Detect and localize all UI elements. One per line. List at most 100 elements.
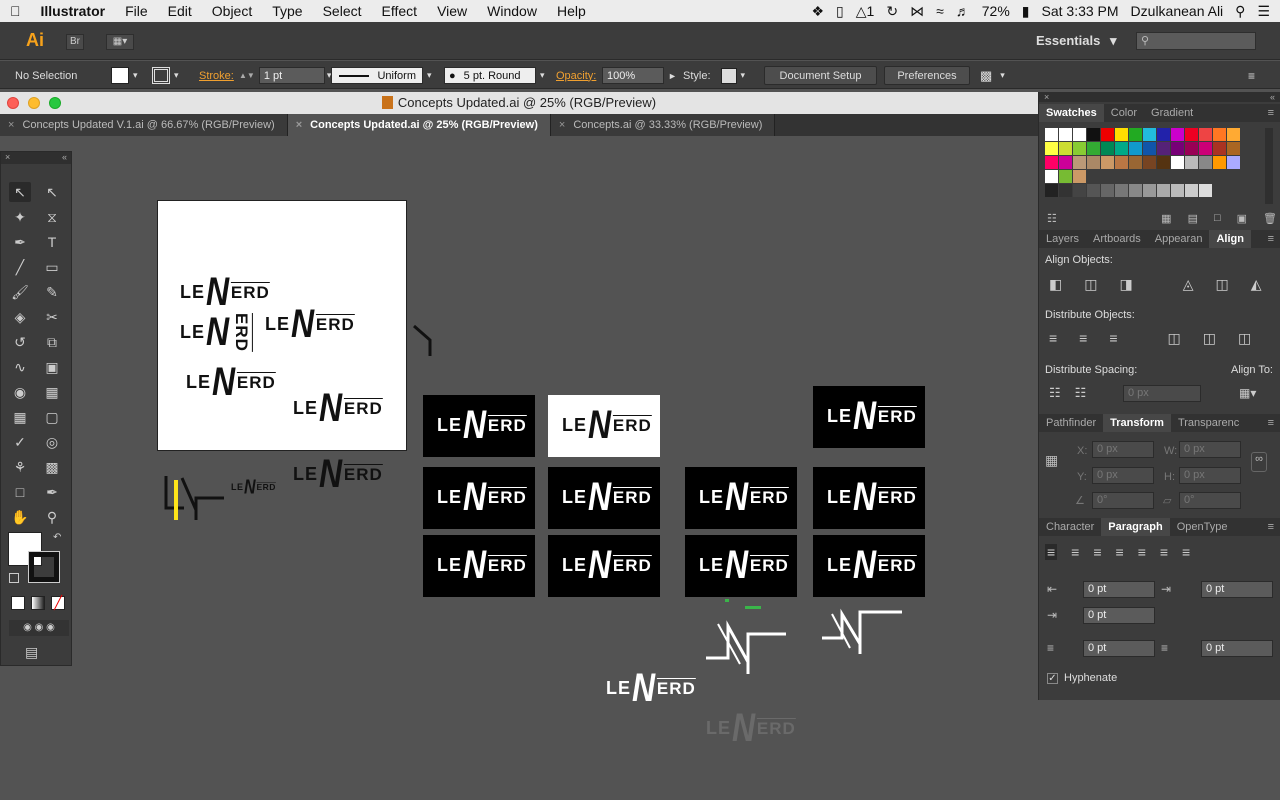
swatch[interactable] [1101,156,1114,169]
graphic-style-swatch[interactable] [720,67,737,84]
width-field[interactable]: 0 px [1179,441,1241,458]
draw-mode-icons[interactable]: ◉ ◉ ◉ [9,620,69,636]
direct-selection-tool-icon[interactable]: ↖ [41,182,63,202]
menu-window[interactable]: Window [477,3,547,19]
swatch[interactable] [1129,184,1142,197]
menu-select[interactable]: Select [313,3,372,19]
logo-small[interactable]: LE N ERD [231,476,276,499]
new-color-group-icon[interactable]: □ [1214,212,1221,225]
shear-field[interactable]: 0° [1179,492,1241,509]
swatch[interactable] [1143,184,1156,197]
align-right-icon[interactable]: ◨ [1119,276,1132,293]
n-mark-white-shape[interactable] [820,604,906,660]
tab-paragraph[interactable]: Paragraph [1101,518,1170,536]
rectangle-tool-icon[interactable]: ▭ [41,257,63,277]
tab-gradient[interactable]: Gradient [1144,104,1200,122]
swatch[interactable] [1199,156,1212,169]
document-tab[interactable]: × Concepts.ai @ 33.33% (RGB/Preview) [550,114,776,136]
stroke-stepper[interactable]: ▲▼ [239,71,255,80]
free-transform-tool-icon[interactable]: ▣ [41,357,63,377]
gradient-mode-icon[interactable] [31,596,45,610]
reference-point-icon[interactable]: ▦ [1045,452,1065,472]
logo-concept[interactable]: LE N ERD [186,360,276,405]
menu-edit[interactable]: Edit [158,3,202,19]
logo-card-dark[interactable]: LE N ERD [813,467,925,529]
document-tab-active[interactable]: × Concepts Updated.ai @ 25% (RGB/Preview) [287,114,551,136]
notification-center-icon[interactable]: ☰ [1257,3,1270,20]
swatch[interactable] [1059,184,1072,197]
document-setup-button[interactable]: Document Setup [764,66,877,85]
swatch[interactable] [1185,142,1198,155]
shaper-tool-icon[interactable]: ◈ [9,307,31,327]
justify-last-center-icon[interactable]: ≡ [1138,544,1146,560]
rotate-field[interactable]: 0° [1092,492,1154,509]
swatch[interactable] [1129,142,1142,155]
height-field[interactable]: 0 px [1179,467,1241,484]
space-after-field[interactable]: 0 pt [1201,640,1273,657]
magic-wand-tool-icon[interactable]: ✦ [9,207,31,227]
menu-effect[interactable]: Effect [372,3,428,19]
logo-concept[interactable]: LE N ERD [180,310,251,355]
chevron-down-icon[interactable]: ▾ [133,70,138,81]
justify-last-left-icon[interactable]: ≡ [1116,544,1124,560]
n-mark-white-shape[interactable] [704,612,790,678]
stroke-swatch[interactable] [152,67,170,84]
y-field[interactable]: 0 px [1092,467,1154,484]
logo-concept[interactable]: LE N ERD [180,270,270,315]
logo-card-light[interactable]: LE N ERD [548,395,660,457]
chevron-down-icon[interactable]: ► [668,71,677,81]
swatch[interactable] [1227,128,1240,141]
close-icon[interactable]: × [1044,92,1049,102]
default-fill-stroke-icon[interactable] [9,573,19,583]
wifi-icon[interactable]: ≈ [936,3,944,19]
swatch[interactable] [1213,142,1226,155]
close-tab-icon[interactable]: × [559,119,565,131]
swatch[interactable] [1129,128,1142,141]
swap-fill-stroke-icon[interactable]: ↶ [53,532,61,543]
swatch[interactable] [1157,128,1170,141]
swatch[interactable] [1143,156,1156,169]
delete-swatch-icon[interactable]: 🗑 [1263,212,1277,225]
perspective-grid-tool-icon[interactable]: ▦ [41,382,63,402]
apple-menu-icon[interactable]:  [0,3,31,19]
swatch[interactable] [1157,184,1170,197]
swatch[interactable] [1101,128,1114,141]
panel-menu-icon[interactable]: ≡ [1261,104,1280,122]
swatch[interactable] [1087,142,1100,155]
swatch[interactable] [1171,156,1184,169]
adobe-cc-icon[interactable]: △1 [856,3,875,20]
justify-all-icon[interactable]: ≡ [1182,544,1190,560]
logo-faint[interactable]: LE N ERD [706,706,796,751]
chevron-down-icon[interactable]: ▾ [540,70,545,81]
workspace-switcher[interactable]: Essentials [1036,33,1100,48]
chevron-down-icon[interactable]: ▾ [741,70,746,81]
swatch[interactable] [1087,128,1100,141]
tab-transparency[interactable]: Transparenc [1171,414,1246,432]
swatch[interactable] [1115,156,1128,169]
align-right-text-icon[interactable]: ≡ [1093,544,1101,560]
swatch[interactable] [1157,156,1170,169]
help-search-input[interactable]: ⚲ [1136,32,1256,50]
logo-card-dark[interactable]: LE N ERD [423,395,535,457]
panel-menu-icon[interactable]: ≡ [1261,518,1280,536]
tab-appearance[interactable]: Appearan [1148,230,1210,248]
clock[interactable]: Sat 3:33 PM [1042,3,1119,19]
eyedropper-tool-icon[interactable]: ✓ [9,432,31,452]
swatch[interactable] [1045,128,1058,141]
left-indent-field[interactable]: 0 pt [1083,581,1155,598]
swatch[interactable] [1157,142,1170,155]
scissors-tool-icon[interactable]: ✂ [41,307,63,327]
swatch[interactable] [1143,142,1156,155]
chevron-down-icon[interactable]: ▾ [174,70,179,81]
tab-artboards[interactable]: Artboards [1086,230,1148,248]
opacity-field[interactable]: 100% [602,67,664,84]
right-indent-field[interactable]: 0 pt [1201,581,1273,598]
distribute-vcenter-icon[interactable]: ≡ [1079,330,1087,347]
column-graph-tool-icon[interactable]: ▩ [41,457,63,477]
swatch[interactable] [1115,128,1128,141]
close-window-button[interactable] [7,97,19,109]
first-line-indent-field[interactable]: 0 pt [1083,607,1155,624]
swatch[interactable] [1129,156,1142,169]
stroke-weight-field[interactable]: 1 pt [258,67,325,84]
space-before-field[interactable]: 0 pt [1083,640,1155,657]
